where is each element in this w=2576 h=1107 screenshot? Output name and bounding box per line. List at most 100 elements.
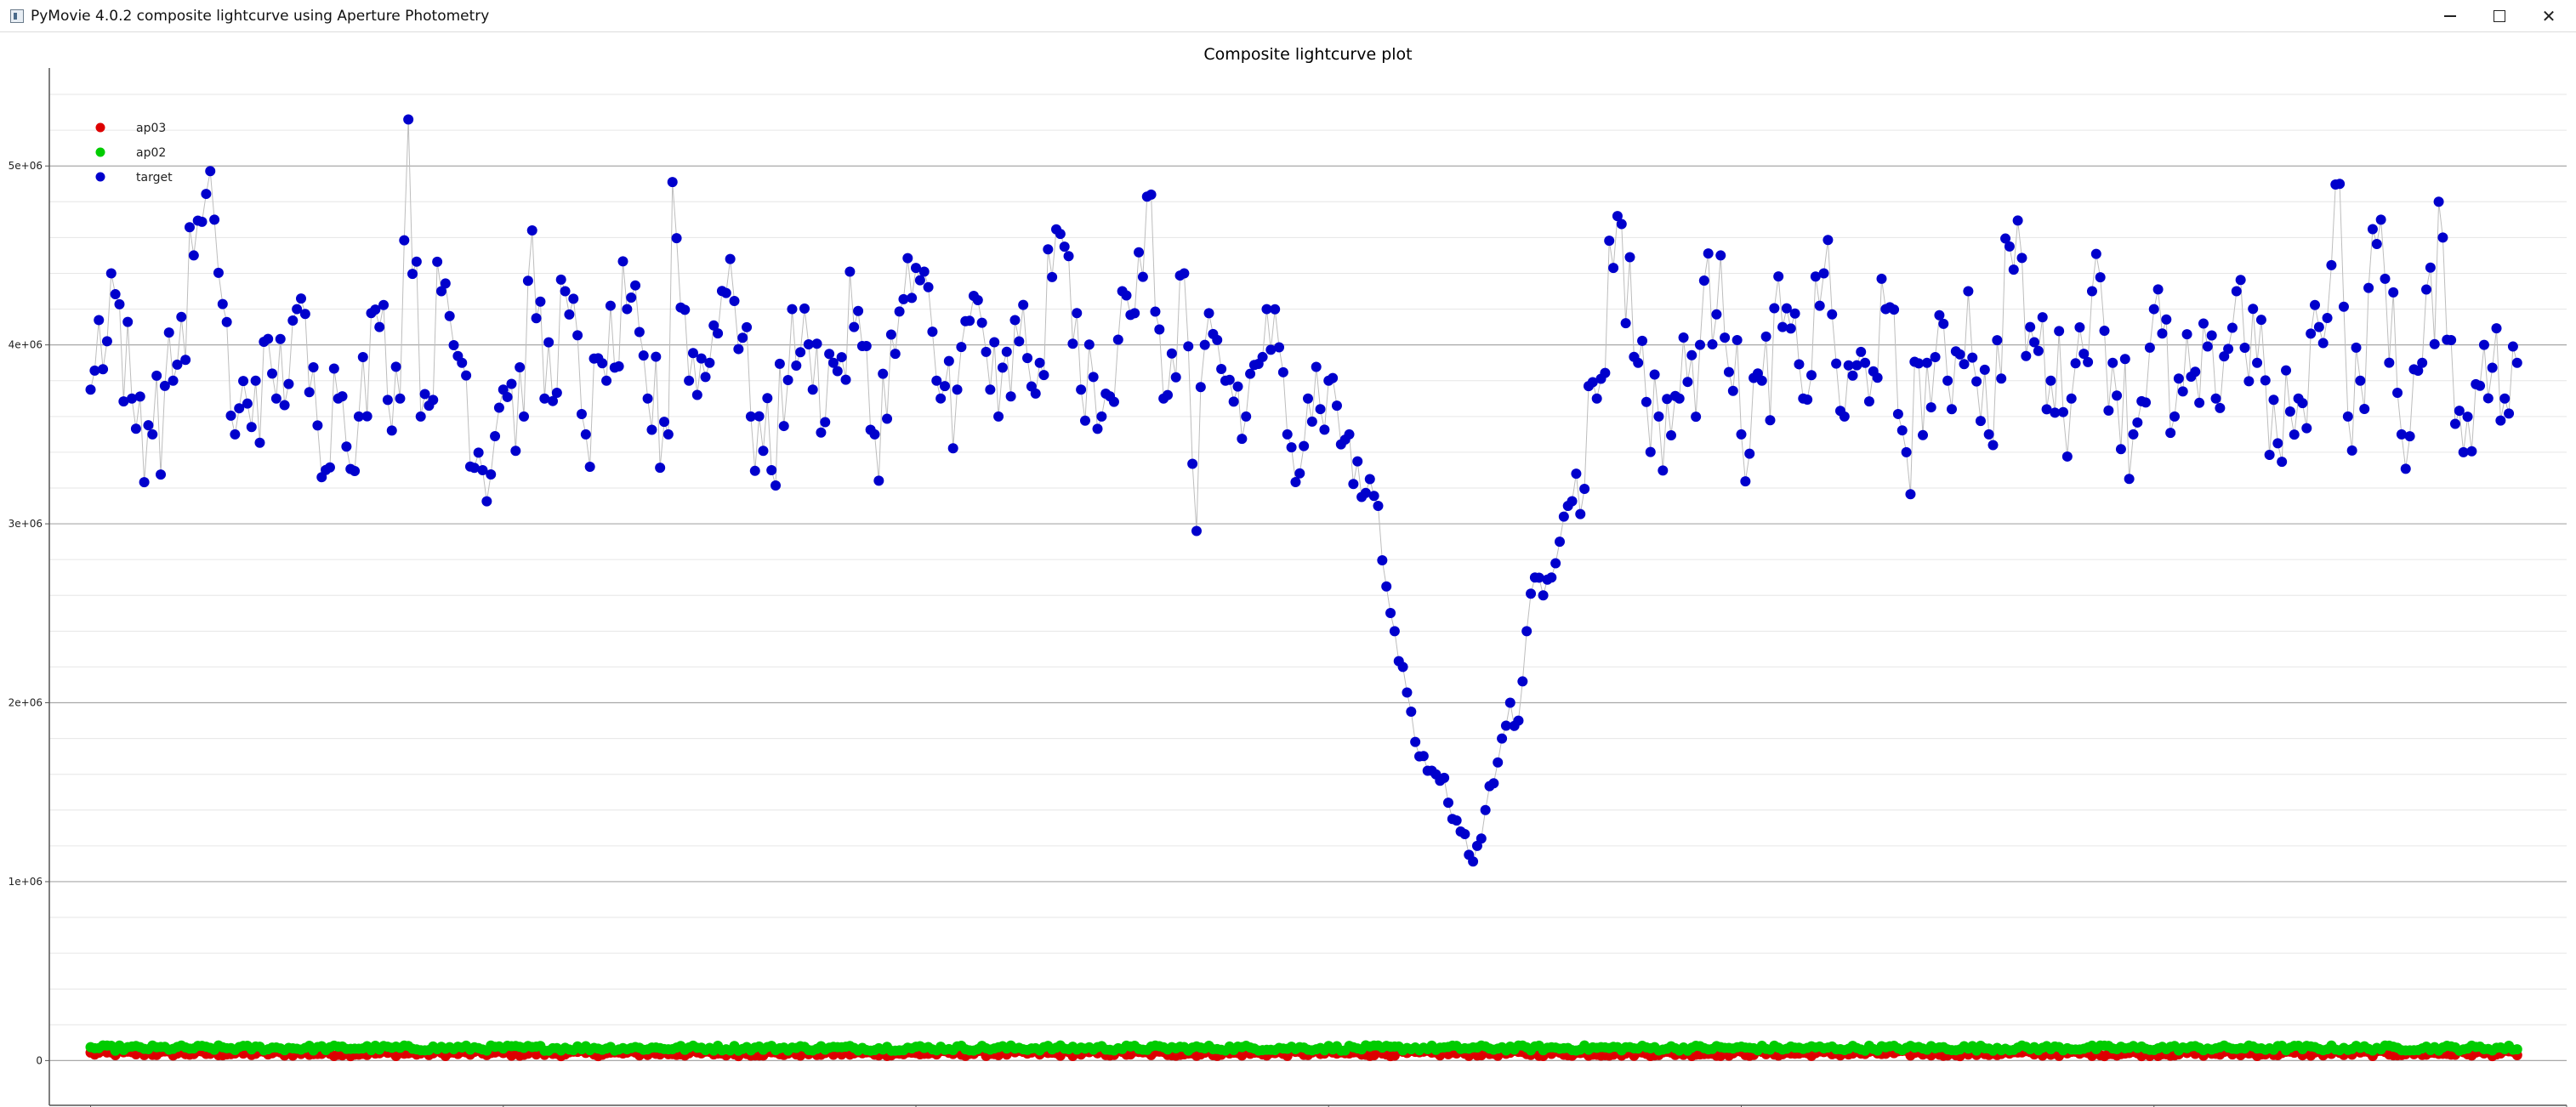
target-point — [2507, 341, 2518, 352]
lightcurve-plot: Composite lightcurve plot 0 1e+06 2e+06 3e+0… — [9, 45, 2567, 1107]
target-point — [613, 360, 624, 372]
target-point — [1083, 339, 1095, 350]
target-point — [923, 281, 934, 292]
target-point — [448, 340, 459, 351]
target-point — [1674, 393, 1685, 404]
target-point — [2202, 341, 2213, 352]
target-point — [667, 177, 678, 188]
target-point — [2243, 376, 2255, 387]
target-point — [1521, 626, 1533, 637]
target-point — [1328, 372, 1339, 383]
target-point — [2301, 423, 2312, 434]
target-point — [225, 410, 236, 421]
target-point — [617, 256, 628, 267]
target-point — [1303, 393, 1313, 404]
target-point — [147, 429, 158, 440]
target-point — [1678, 332, 1689, 343]
target-point — [1863, 396, 1874, 407]
target-point — [1921, 357, 1932, 368]
close-icon[interactable]: ✕ — [2524, 0, 2573, 32]
target-point — [2173, 373, 2184, 384]
target-point — [2194, 397, 2205, 408]
target-point — [1872, 372, 1883, 383]
target-point — [1476, 833, 1487, 844]
target-point — [299, 309, 310, 320]
target-point — [2400, 463, 2411, 474]
target-point — [2074, 321, 2085, 332]
target-point — [1154, 324, 1165, 335]
target-point — [2310, 299, 2320, 310]
target-point — [791, 360, 802, 372]
target-point — [1397, 661, 1408, 673]
target-point — [267, 368, 278, 379]
maximize-icon[interactable] — [2475, 0, 2524, 32]
target-point — [680, 304, 691, 315]
target-point — [2326, 259, 2337, 270]
target-point — [407, 269, 418, 280]
target-point — [1546, 572, 1557, 583]
target-point — [1410, 736, 1421, 747]
target-point — [2099, 326, 2110, 336]
target-point — [1286, 442, 1297, 453]
target-point — [2012, 215, 2023, 226]
target-point — [473, 447, 484, 458]
target-point — [584, 461, 595, 472]
target-point — [2284, 406, 2295, 417]
target-point — [2231, 286, 2242, 297]
target-point — [1723, 366, 1734, 378]
target-point — [807, 384, 818, 395]
target-point — [1727, 385, 1738, 396]
target-point — [2181, 329, 2192, 340]
target-point — [1954, 349, 1965, 360]
app-icon — [10, 9, 24, 23]
target-point — [201, 189, 212, 200]
target-point — [1088, 372, 1099, 383]
target-point — [221, 316, 232, 327]
target-point — [890, 349, 901, 360]
target-point — [1294, 468, 1305, 479]
target-point — [2210, 393, 2221, 404]
target-point — [1183, 341, 1194, 352]
target-point — [168, 375, 179, 386]
target-point — [1715, 250, 1726, 261]
legend-marker-ap03 — [95, 122, 105, 133]
target-point — [1694, 339, 1705, 350]
target-point — [1555, 536, 1565, 548]
target-point — [2264, 450, 2275, 461]
target-point — [2226, 322, 2238, 333]
target-point — [287, 315, 299, 326]
target-point — [1571, 468, 1582, 480]
target-point — [655, 463, 666, 474]
target-point — [1047, 271, 1058, 282]
target-point — [238, 376, 249, 387]
target-point — [2223, 343, 2234, 355]
y-tick-label: 1e+06 — [9, 876, 43, 888]
target-point — [1789, 308, 1800, 319]
target-point — [1892, 408, 1903, 419]
target-point — [283, 378, 294, 389]
target-point — [2004, 241, 2015, 252]
target-point — [2107, 357, 2118, 368]
target-point — [1067, 338, 1078, 349]
target-point — [811, 338, 822, 349]
minimize-icon[interactable] — [2425, 0, 2475, 32]
target-point — [2045, 375, 2056, 386]
target-point — [440, 278, 451, 289]
target-point — [2061, 451, 2073, 462]
target-point — [894, 306, 905, 317]
target-point — [213, 267, 224, 278]
y-tick-label: 0 — [36, 1054, 43, 1066]
target-point — [1137, 271, 1148, 282]
target-point — [1806, 370, 1817, 381]
target-point — [1983, 429, 1994, 440]
target-point — [411, 256, 422, 267]
target-point — [242, 398, 253, 409]
target-point — [704, 357, 715, 368]
legend-marker-ap02 — [95, 147, 105, 157]
target-point — [1550, 558, 1561, 569]
target-point — [1059, 241, 1070, 253]
target-point — [943, 355, 954, 366]
target-point — [1600, 367, 1611, 378]
target-point — [2198, 318, 2209, 329]
target-point — [1575, 508, 1586, 519]
